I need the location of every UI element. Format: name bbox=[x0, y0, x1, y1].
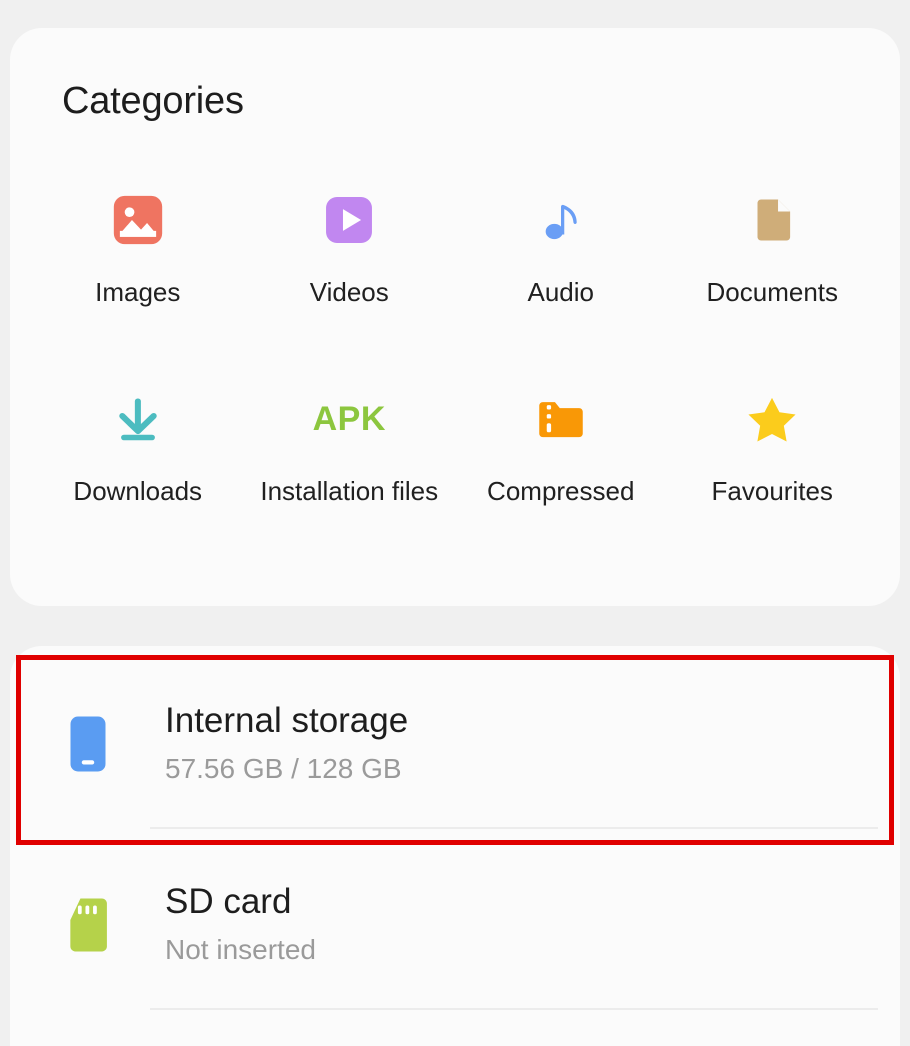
categories-grid: Images Videos Audio Documents Downloads … bbox=[32, 188, 878, 510]
storage-item-subtitle: Not inserted bbox=[165, 934, 316, 965]
download-arrow-icon bbox=[106, 387, 170, 451]
category-item-compressed[interactable]: Compressed bbox=[455, 387, 667, 510]
category-item-installation-files[interactable]: APK Installation files bbox=[244, 387, 456, 510]
category-label: Images bbox=[95, 277, 181, 307]
storage-divider bbox=[150, 1008, 878, 1010]
image-icon bbox=[106, 188, 170, 252]
apk-icon-label: APK bbox=[312, 400, 386, 438]
zip-folder-icon bbox=[529, 387, 593, 451]
sd-card-icon bbox=[58, 896, 118, 954]
storage-item-subtitle: 57.56 GB / 128 GB bbox=[165, 753, 402, 784]
category-item-documents[interactable]: Documents bbox=[667, 188, 879, 311]
storage-card: Internal storage 57.56 GB / 128 GB SD ca… bbox=[10, 646, 900, 1046]
phone-icon bbox=[58, 714, 118, 774]
storage-item-title: SD card bbox=[165, 882, 292, 921]
apk-icon: APK bbox=[313, 387, 386, 451]
category-label: Downloads bbox=[73, 476, 203, 506]
document-icon bbox=[740, 188, 804, 252]
star-icon bbox=[740, 387, 804, 451]
category-item-audio[interactable]: Audio bbox=[455, 188, 667, 311]
category-item-videos[interactable]: Videos bbox=[244, 188, 456, 311]
storage-divider bbox=[150, 827, 878, 829]
category-item-downloads[interactable]: Downloads bbox=[32, 387, 244, 510]
storage-item-internal-storage[interactable]: Internal storage 57.56 GB / 128 GB bbox=[10, 661, 900, 827]
category-label: Favourites bbox=[711, 476, 833, 506]
categories-card: Categories Images Videos Audio Documents… bbox=[10, 28, 900, 606]
category-label: Installation files bbox=[260, 476, 439, 506]
video-play-icon bbox=[317, 188, 381, 252]
storage-item-text: Internal storage 57.56 GB / 128 GB bbox=[165, 699, 408, 789]
storage-item-text: SD card Not inserted bbox=[165, 880, 316, 970]
category-item-favourites[interactable]: Favourites bbox=[667, 387, 879, 510]
category-label: Audio bbox=[527, 277, 595, 307]
music-note-icon bbox=[529, 188, 593, 252]
storage-item-title: Internal storage bbox=[165, 701, 409, 740]
category-label: Documents bbox=[706, 277, 839, 307]
storage-item-sd-card[interactable]: SD card Not inserted bbox=[10, 842, 900, 1008]
category-label: Videos bbox=[309, 277, 389, 307]
category-label: Compressed bbox=[487, 476, 635, 506]
page-title: Categories bbox=[62, 80, 244, 122]
category-item-images[interactable]: Images bbox=[32, 188, 244, 311]
